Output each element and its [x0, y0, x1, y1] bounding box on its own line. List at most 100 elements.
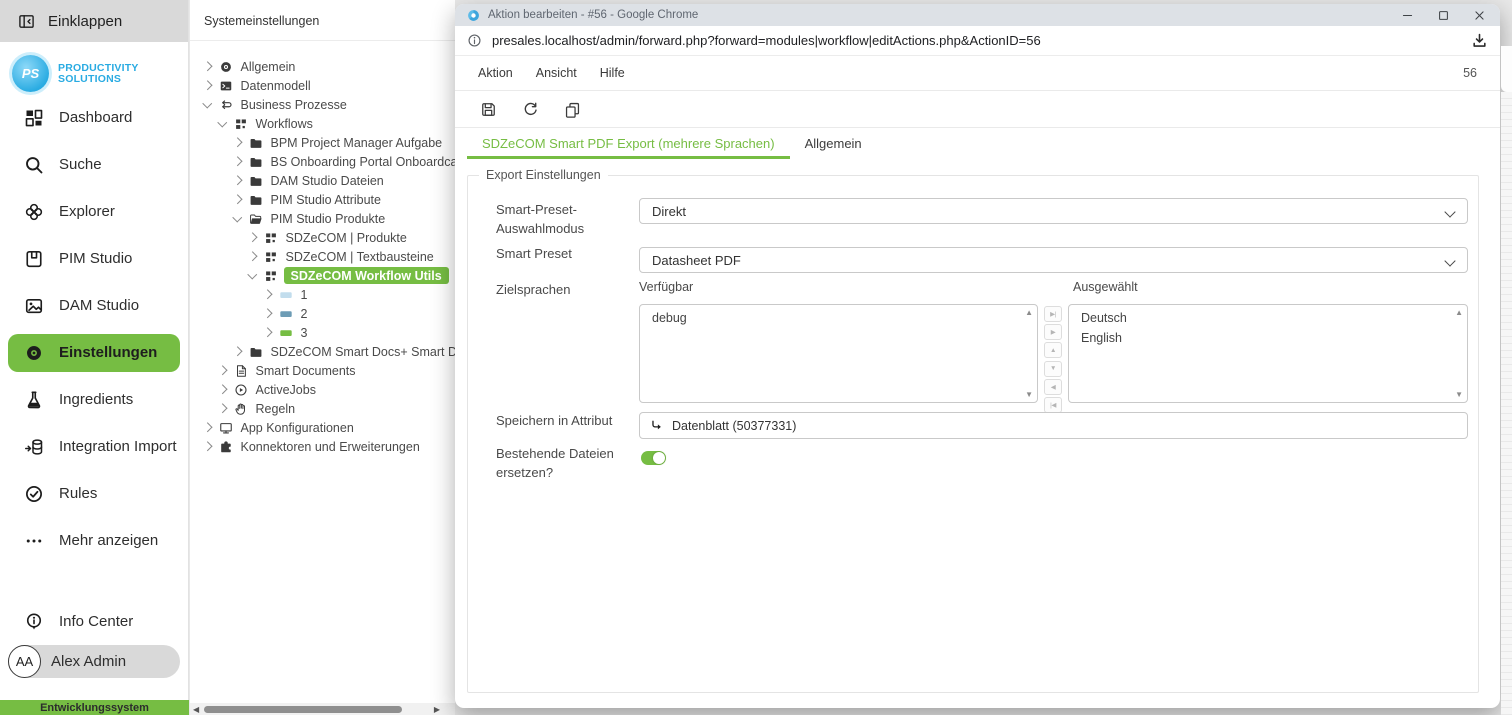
move-all-left-icon[interactable]: |◀ [1044, 397, 1062, 413]
tree-node-bs-onboarding-portal-onboardcatalog[interactable]: BS Onboarding Portal Onboardcatalog [190, 152, 455, 171]
terminal-icon [219, 79, 233, 93]
move-all-right-icon[interactable]: ▶| [1044, 306, 1062, 322]
chevron-right-icon[interactable] [263, 328, 272, 337]
sidebar-item-explorer[interactable]: Explorer [8, 193, 180, 231]
tree-node-regeln[interactable]: Regeln [190, 399, 455, 418]
move-up-icon[interactable]: ▲ [1044, 342, 1062, 358]
scroll-down-icon[interactable]: ▼ [1025, 390, 1033, 399]
save-attribute-input[interactable]: Datenblatt (50377331) [639, 412, 1468, 439]
sidebar-item-label: Ingredients [59, 391, 133, 408]
tab-allgemein[interactable]: Allgemein [790, 128, 877, 159]
sidebar-item-info-center[interactable]: Info Center [8, 603, 180, 641]
tab-sdzecom-smart-pdf-export-mehrere-sprache[interactable]: SDZeCOM Smart PDF Export (mehrere Sprach… [467, 128, 790, 159]
tree-node-activejobs[interactable]: ActiveJobs [190, 380, 455, 399]
menu-item-hilfe[interactable]: Hilfe [600, 66, 625, 80]
tree-node-sdzecom-textbausteine[interactable]: SDZeCOM | Textbausteine [190, 247, 455, 266]
tree-node-datenmodell[interactable]: Datenmodell [190, 76, 455, 95]
sidebar-item-rules[interactable]: Rules [8, 475, 180, 513]
move-right-icon[interactable]: ▶ [1044, 324, 1062, 340]
sidebar-item-einstellungen[interactable]: Einstellungen [8, 334, 180, 372]
download-icon[interactable] [1471, 32, 1488, 49]
tree-node-pim-studio-produkte[interactable]: PIM Studio Produkte [190, 209, 455, 228]
tree-node-dam-studio-dateien[interactable]: DAM Studio Dateien [190, 171, 455, 190]
sidebar-item-dashboard[interactable]: Dashboard [8, 99, 180, 137]
chevron-right-icon[interactable] [263, 309, 272, 318]
sidebar-item-label: Explorer [59, 203, 115, 220]
page-info-icon[interactable] [467, 33, 482, 48]
tree-node-sdzecom-smart-docs-smart-documents[interactable]: SDZeCOM Smart Docs+ Smart Documents [190, 342, 455, 361]
replace-files-toggle[interactable] [641, 451, 666, 465]
tree-node-sdzecom-workflow-utils[interactable]: SDZeCOM Workflow Utils [190, 266, 455, 285]
smart-preset-mode-select[interactable]: Direkt [639, 198, 1468, 224]
close-icon[interactable] [1473, 9, 1486, 22]
scrollbar-thumb[interactable] [204, 706, 402, 713]
chevron-right-icon[interactable] [248, 252, 257, 261]
chevron-right-icon[interactable] [248, 233, 257, 242]
sidebar-item-dam-studio[interactable]: DAM Studio [8, 287, 180, 325]
maximize-icon[interactable] [1437, 9, 1450, 22]
tree-node-3[interactable]: 3 [190, 323, 455, 342]
tree-node-1[interactable]: 1 [190, 285, 455, 304]
list-item[interactable]: debug [640, 305, 1037, 325]
tree-node-app-konfigurationen[interactable]: App Konfigurationen [190, 418, 455, 437]
tree-node-sdzecom-produkte[interactable]: SDZeCOM | Produkte [190, 228, 455, 247]
chevron-right-icon[interactable] [203, 62, 212, 71]
sidebar-item-mehr-anzeigen[interactable]: Mehr anzeigen [8, 522, 180, 560]
chevron-right-icon[interactable] [233, 157, 242, 166]
user-menu[interactable]: AA Alex Admin [8, 645, 180, 678]
tree-node-label: SDZeCOM | Produkte [284, 230, 409, 246]
chevron-right-icon[interactable] [233, 195, 242, 204]
smart-preset-select[interactable]: Datasheet PDF [639, 247, 1468, 273]
save-button[interactable] [480, 101, 497, 118]
move-down-icon[interactable]: ▼ [1044, 361, 1062, 377]
chevron-right-icon[interactable] [203, 442, 212, 451]
list-item[interactable]: English [1069, 325, 1467, 345]
chevron-right-icon[interactable] [233, 347, 242, 356]
tree-node-allgemein[interactable]: Allgemein [190, 57, 455, 76]
tree-node-konnektoren-und-erweiterungen[interactable]: Konnektoren und Erweiterungen [190, 437, 455, 456]
list-item[interactable]: Deutsch [1069, 305, 1467, 325]
tree-node-business-prozesse[interactable]: Business Prozesse [190, 95, 455, 114]
url-bar[interactable]: presales.localhost/admin/forward.php?for… [455, 26, 1500, 56]
chevron-right-icon[interactable] [263, 290, 272, 299]
scroll-right-icon[interactable]: ▶ [434, 704, 440, 715]
move-left-icon[interactable]: ◀ [1044, 379, 1062, 395]
selected-languages-listbox[interactable]: ▲ DeutschEnglish ▼ [1068, 304, 1468, 403]
background-grid [1501, 0, 1512, 715]
menu-item-aktion[interactable]: Aktion [478, 66, 513, 80]
scroll-down-icon[interactable]: ▼ [1455, 390, 1463, 399]
available-languages-listbox[interactable]: ▲ debug ▼ [639, 304, 1038, 403]
chevron-right-icon[interactable] [233, 176, 242, 185]
minimize-icon[interactable] [1401, 9, 1414, 22]
tree-node-smart-documents[interactable]: Smart Documents [190, 361, 455, 380]
scroll-up-icon[interactable]: ▲ [1455, 308, 1463, 317]
chevron-right-icon[interactable] [203, 81, 212, 90]
sidebar-item-ingredients[interactable]: Ingredients [8, 381, 180, 419]
scroll-left-icon[interactable]: ◀ [193, 704, 199, 715]
image-icon [24, 296, 44, 316]
tree-node-workflows[interactable]: Workflows [190, 114, 455, 133]
chevron-right-icon[interactable] [218, 404, 227, 413]
copy-button[interactable] [564, 101, 581, 118]
undo-button[interactable] [522, 101, 539, 118]
url-text[interactable]: presales.localhost/admin/forward.php?for… [492, 33, 1461, 48]
chevron-right-icon[interactable] [203, 423, 212, 432]
tree-node-bpm-project-manager-aufgabe[interactable]: BPM Project Manager Aufgabe [190, 133, 455, 152]
sidebar-item-integration-import[interactable]: Integration Import [8, 428, 180, 466]
chevron-down-icon[interactable] [233, 213, 242, 222]
chevron-right-icon[interactable] [218, 385, 227, 394]
tree-node-2[interactable]: 2 [190, 304, 455, 323]
sidebar-item-suche[interactable]: Suche [8, 146, 180, 184]
chevron-down-icon[interactable] [218, 118, 227, 127]
chevron-right-icon[interactable] [233, 138, 242, 147]
chevron-down-icon[interactable] [203, 99, 212, 108]
chevron-down-icon[interactable] [248, 270, 257, 279]
collapse-sidebar-button[interactable]: Einklappen [0, 0, 188, 42]
sidebar-item-pim-studio[interactable]: PIM Studio [8, 240, 180, 278]
scroll-up-icon[interactable]: ▲ [1025, 308, 1033, 317]
tree-node-pim-studio-attribute[interactable]: PIM Studio Attribute [190, 190, 455, 209]
horizontal-scrollbar[interactable]: ◀ ▶ [190, 703, 455, 715]
menu-item-ansicht[interactable]: Ansicht [536, 66, 577, 80]
monitor-icon [219, 421, 233, 435]
chevron-right-icon[interactable] [218, 366, 227, 375]
